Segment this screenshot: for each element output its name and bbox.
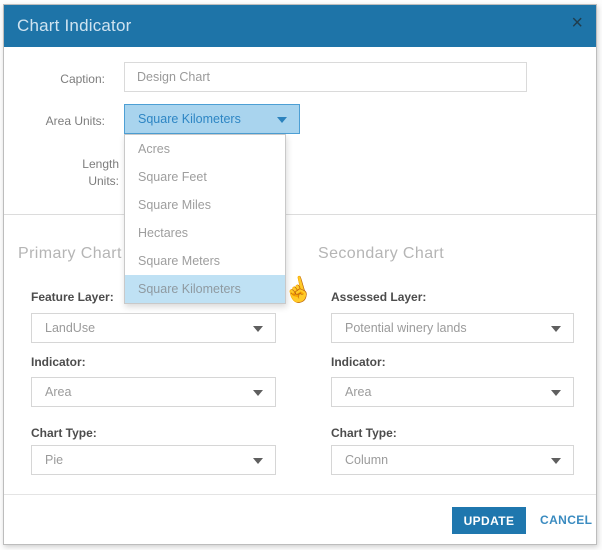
dropdown-option-square-feet[interactable]: Square Feet — [125, 163, 285, 191]
secondary-indicator-value: Area — [345, 385, 371, 399]
area-units-dropdown[interactable]: Square Kilometers — [124, 104, 300, 134]
cancel-button[interactable]: CANCEL — [540, 507, 592, 534]
primary-indicator-value: Area — [45, 385, 71, 399]
chart-indicator-dialog: Chart Indicator × Caption: Area Units: S… — [3, 4, 597, 545]
feature-layer-value: LandUse — [45, 321, 95, 335]
secondary-chart-type-label: Chart Type: — [331, 426, 397, 440]
dropdown-option-acres[interactable]: Acres — [125, 135, 285, 163]
caption-input[interactable] — [124, 62, 527, 92]
secondary-chart-type-value: Column — [345, 453, 388, 467]
assessed-layer-value: Potential winery lands — [345, 321, 467, 335]
assessed-layer-dropdown[interactable]: Potential winery lands — [331, 313, 574, 343]
chevron-down-icon — [277, 117, 287, 123]
dropdown-option-square-kilometers[interactable]: Square Kilometers — [125, 275, 285, 303]
primary-indicator-dropdown[interactable]: Area — [31, 377, 276, 407]
primary-indicator-label: Indicator: — [31, 355, 86, 369]
secondary-chart-type-dropdown[interactable]: Column — [331, 445, 574, 475]
secondary-indicator-label: Indicator: — [331, 355, 386, 369]
feature-layer-label: Feature Layer: — [31, 290, 114, 304]
area-units-label: Area Units: — [4, 114, 105, 128]
chevron-down-icon — [551, 326, 561, 332]
caption-label: Caption: — [4, 72, 105, 86]
primary-chart-type-dropdown[interactable]: Pie — [31, 445, 276, 475]
chevron-down-icon — [551, 390, 561, 396]
screen: Chart Indicator × Caption: Area Units: S… — [0, 0, 602, 550]
secondary-indicator-dropdown[interactable]: Area — [331, 377, 574, 407]
area-units-value: Square Kilometers — [138, 112, 241, 126]
assessed-layer-label: Assessed Layer: — [331, 290, 426, 304]
dialog-title: Chart Indicator — [17, 16, 132, 36]
dialog-header: Chart Indicator × — [4, 5, 596, 47]
primary-chart-type-label: Chart Type: — [31, 426, 97, 440]
dropdown-option-hectares[interactable]: Hectares — [125, 219, 285, 247]
primary-chart-type-value: Pie — [45, 453, 63, 467]
update-button[interactable]: UPDATE — [452, 507, 526, 534]
feature-layer-dropdown[interactable]: LandUse — [31, 313, 276, 343]
area-units-menu: Acres Square Feet Square Miles Hectares … — [124, 134, 286, 304]
chevron-down-icon — [253, 458, 263, 464]
footer-divider — [4, 494, 596, 495]
length-units-label: Length Units: — [4, 156, 119, 190]
section-divider — [4, 214, 596, 215]
chevron-down-icon — [551, 458, 561, 464]
close-icon[interactable]: × — [571, 13, 583, 33]
secondary-chart-heading: Secondary Chart — [318, 245, 444, 263]
primary-chart-heading: Primary Chart — [18, 245, 122, 263]
chevron-down-icon — [253, 326, 263, 332]
chevron-down-icon — [253, 390, 263, 396]
dropdown-option-square-miles[interactable]: Square Miles — [125, 191, 285, 219]
dropdown-option-square-meters[interactable]: Square Meters — [125, 247, 285, 275]
